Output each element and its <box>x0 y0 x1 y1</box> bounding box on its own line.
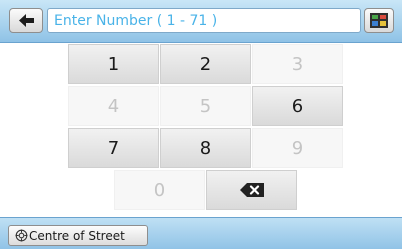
map-view-icon <box>370 13 388 28</box>
centre-of-street-label: Centre of Street <box>29 228 125 243</box>
key-9: 9 <box>252 128 343 168</box>
backspace-icon <box>239 183 264 197</box>
key-5: 5 <box>160 86 251 126</box>
backspace-button[interactable] <box>206 170 297 210</box>
centre-of-street-button[interactable]: Centre of Street <box>8 225 148 246</box>
bottom-bar: Centre of Street <box>0 217 402 249</box>
key-0: 0 <box>114 170 205 210</box>
key-4: 4 <box>68 86 159 126</box>
back-button[interactable] <box>9 8 43 33</box>
number-entry-screen: 1 2 3 4 5 6 7 8 9 0 Centre of Street <box>0 0 402 249</box>
key-2[interactable]: 2 <box>160 44 251 84</box>
top-bar <box>0 0 402 43</box>
key-6[interactable]: 6 <box>252 86 343 126</box>
key-8[interactable]: 8 <box>160 128 251 168</box>
key-1[interactable]: 1 <box>68 44 159 84</box>
key-3: 3 <box>252 44 343 84</box>
back-arrow-icon <box>19 14 34 27</box>
number-input[interactable] <box>47 8 361 33</box>
map-view-button[interactable] <box>364 8 394 33</box>
key-7[interactable]: 7 <box>68 128 159 168</box>
crosshair-icon <box>15 229 28 242</box>
